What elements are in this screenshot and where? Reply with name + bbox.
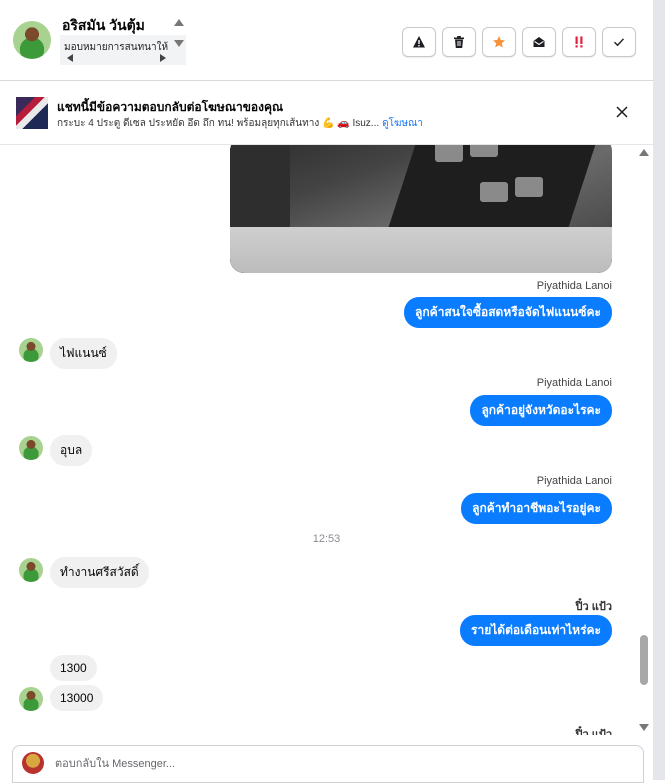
sender-name: Piyathida Lanoi xyxy=(536,377,612,389)
ad-thumbnail[interactable] xyxy=(16,97,48,129)
scroll-right-arrow-icon[interactable] xyxy=(160,54,166,62)
double-exclamation-icon xyxy=(575,36,583,48)
message-thread: Piyathida Lanoi ลูกค้าสนใจซื้อสดหรือจัดไ… xyxy=(0,145,653,735)
chat-scroll-up-icon[interactable] xyxy=(639,149,649,156)
outgoing-message[interactable]: รายได้ต่อเดือนเท่าไหร่คะ xyxy=(460,615,612,646)
checkmark-icon xyxy=(614,38,625,47)
window-edge xyxy=(653,0,665,780)
contact-avatar[interactable] xyxy=(13,21,51,59)
star-icon xyxy=(493,36,505,48)
incoming-message[interactable]: ไฟแนนซ์ xyxy=(50,338,117,369)
ad-banner-body: กระบะ 4 ประตู ดีเซล ประหยัด อึด ถึก ทน! … xyxy=(57,116,423,131)
contact-avatar-small[interactable] xyxy=(19,558,43,582)
contact-avatar-small[interactable] xyxy=(19,687,43,711)
sender-name: Piyathida Lanoi xyxy=(536,475,612,487)
photo-door-sill xyxy=(230,227,612,273)
ad-banner-text: กระบะ 4 ประตู ดีเซล ประหยัด อึด ถึก ทน! … xyxy=(57,118,380,129)
incoming-message[interactable]: 1300 xyxy=(50,655,97,681)
mark-unread-button[interactable] xyxy=(522,27,556,57)
scroll-left-arrow-icon[interactable] xyxy=(67,54,73,62)
conversation-actions xyxy=(402,27,636,57)
conversation-header: อริสมัน วันตุ้ม มอบหมายการสนทนาให้ xyxy=(0,0,653,81)
delete-button[interactable] xyxy=(442,27,476,57)
trash-icon xyxy=(454,36,464,48)
sender-name: ปิ๋ว แป้ว xyxy=(575,601,612,613)
sender-name: ปิ๋ว แป้ว xyxy=(575,729,612,735)
photo-window-switch xyxy=(515,177,543,197)
incoming-message[interactable]: 13000 xyxy=(50,685,104,711)
scroll-down-arrow-icon[interactable] xyxy=(174,40,184,47)
contact-avatar-small[interactable] xyxy=(19,436,43,460)
photo-window-switch xyxy=(470,145,498,157)
incoming-message[interactable]: อุบล xyxy=(50,435,93,466)
horizontal-scroll-track[interactable] xyxy=(76,56,158,60)
outgoing-message[interactable]: ลูกค้าทำอาชีพอะไรอยู่คะ xyxy=(461,493,612,524)
chat-scrollbar-thumb[interactable] xyxy=(640,635,648,685)
envelope-open-icon xyxy=(533,37,545,47)
reply-composer xyxy=(12,745,644,783)
follow-up-button[interactable] xyxy=(562,27,596,57)
photo-window-switch xyxy=(480,182,508,202)
message-timestamp: 12:53 xyxy=(312,533,341,545)
contact-name[interactable]: อริสมัน วันตุ้ม xyxy=(62,15,145,37)
contact-avatar-small[interactable] xyxy=(19,338,43,362)
assign-conversation-dropdown[interactable]: มอบหมายการสนทนาให้ xyxy=(60,35,186,65)
warning-icon xyxy=(413,36,425,48)
ad-banner-title: แชทนี้มีข้อความตอบกลับต่อโฆษณาของคุณ xyxy=(57,100,284,114)
assign-conversation-label: มอบหมายการสนทนาให้ xyxy=(64,42,169,53)
scroll-up-arrow-icon[interactable] xyxy=(174,19,184,26)
shared-photo[interactable] xyxy=(230,145,612,273)
view-ad-link[interactable]: ดูโฆษณา xyxy=(382,118,423,129)
incoming-message[interactable]: ทำงานศรีสวัสดิ์ xyxy=(50,557,149,588)
reply-input[interactable] xyxy=(53,752,617,776)
photo-window-switch xyxy=(435,145,463,162)
outgoing-message[interactable]: ลูกค้าสนใจซื้อสดหรือจัดไฟแนนซ์คะ xyxy=(404,297,612,328)
spam-button[interactable] xyxy=(402,27,436,57)
sender-name: Piyathida Lanoi xyxy=(536,280,612,292)
ad-reply-banner: แชทนี้มีข้อความตอบกลับต่อโฆษณาของคุณ กระ… xyxy=(0,81,653,145)
outgoing-message[interactable]: ลูกค้าอยู่จังหวัดอะไรคะ xyxy=(470,395,612,426)
close-icon[interactable] xyxy=(614,104,630,120)
star-button[interactable] xyxy=(482,27,516,57)
page-avatar xyxy=(22,752,44,774)
chat-scroll-down-icon[interactable] xyxy=(639,724,649,731)
done-button[interactable] xyxy=(602,27,636,57)
